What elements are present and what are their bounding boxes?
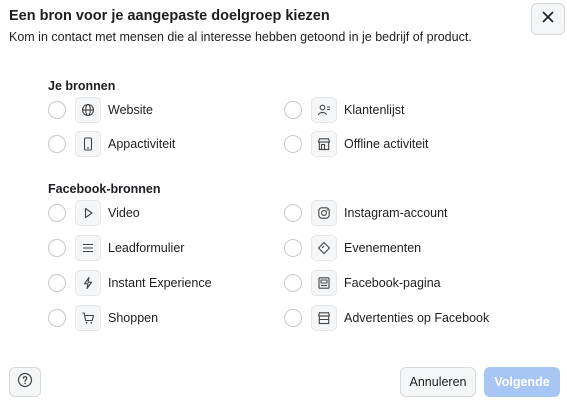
- option-label: Evenementen: [344, 241, 422, 255]
- radio-button[interactable]: [48, 101, 66, 119]
- option-website[interactable]: Website: [48, 97, 153, 123]
- cart-icon: [75, 305, 101, 331]
- option-label: Instagram-account: [344, 206, 448, 220]
- option-facebook-ads[interactable]: Advertenties op Facebook: [284, 305, 489, 331]
- option-offline-activity[interactable]: Offline activiteit: [284, 131, 429, 157]
- play-icon: [75, 200, 101, 226]
- option-shopping[interactable]: Shoppen: [48, 305, 158, 331]
- option-instant-experience[interactable]: Instant Experience: [48, 270, 212, 296]
- radio-button[interactable]: [284, 309, 302, 327]
- phone-icon: [75, 131, 101, 157]
- page-icon: [311, 270, 337, 296]
- radio-button[interactable]: [48, 204, 66, 222]
- help-button[interactable]: [9, 367, 41, 397]
- instagram-icon: [311, 200, 337, 226]
- shop-icon: [311, 305, 337, 331]
- cancel-button[interactable]: Annuleren: [400, 367, 476, 397]
- section-title-own-sources: Je bronnen: [48, 79, 116, 93]
- option-app-activity[interactable]: Appactiviteit: [48, 131, 175, 157]
- radio-button[interactable]: [48, 135, 66, 153]
- lines-icon: [75, 235, 101, 261]
- radio-button[interactable]: [48, 239, 66, 257]
- radio-button[interactable]: [284, 101, 302, 119]
- option-instagram-account[interactable]: Instagram-account: [284, 200, 448, 226]
- option-label: Shoppen: [108, 311, 159, 325]
- option-label: Appactiviteit: [108, 137, 176, 151]
- option-label: Klantenlijst: [344, 103, 405, 117]
- store-icon: [311, 131, 337, 157]
- option-label: Facebook-pagina: [344, 276, 441, 290]
- lightning-icon: [75, 270, 101, 296]
- close-button[interactable]: [531, 3, 565, 35]
- option-video[interactable]: Video: [48, 200, 140, 226]
- question-mark-icon: [17, 372, 33, 393]
- radio-button[interactable]: [48, 309, 66, 327]
- option-label: Instant Experience: [108, 276, 212, 290]
- option-label: Video: [108, 206, 140, 220]
- dialog-subtitle: Kom in contact met mensen die al interes…: [9, 30, 472, 44]
- radio-button[interactable]: [284, 204, 302, 222]
- radio-button[interactable]: [48, 274, 66, 292]
- dialog-title: Een bron voor je aangepaste doelgroep ki…: [9, 8, 330, 24]
- next-button[interactable]: Volgende: [484, 367, 560, 397]
- option-label: Advertenties op Facebook: [344, 311, 490, 325]
- customer-list-icon: [311, 97, 337, 123]
- option-events[interactable]: Evenementen: [284, 235, 421, 261]
- option-facebook-page[interactable]: Facebook-pagina: [284, 270, 441, 296]
- ticket-icon: [311, 235, 337, 261]
- radio-button[interactable]: [284, 135, 302, 153]
- radio-button[interactable]: [284, 274, 302, 292]
- globe-icon: [75, 97, 101, 123]
- option-customer-list[interactable]: Klantenlijst: [284, 97, 404, 123]
- option-label: Leadformulier: [108, 241, 185, 255]
- radio-button[interactable]: [284, 239, 302, 257]
- option-label: Website: [108, 103, 153, 117]
- section-title-facebook-sources: Facebook-bronnen: [48, 182, 161, 196]
- option-lead-form[interactable]: Leadformulier: [48, 235, 184, 261]
- close-icon: [542, 10, 554, 28]
- option-label: Offline activiteit: [344, 137, 429, 151]
